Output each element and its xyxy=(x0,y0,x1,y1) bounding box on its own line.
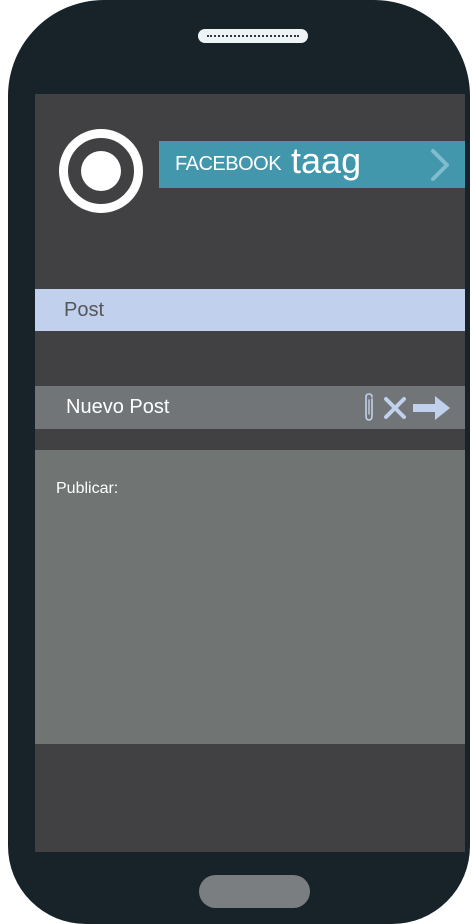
send-button[interactable] xyxy=(413,395,451,421)
chevron-right-icon[interactable] xyxy=(427,147,453,183)
speaker-grille xyxy=(198,29,308,43)
publish-label: Publicar: xyxy=(56,480,119,497)
attach-button[interactable] xyxy=(361,392,377,424)
new-post-actions xyxy=(361,391,451,424)
paperclip-icon xyxy=(365,392,373,421)
tab-post[interactable]: Post xyxy=(35,289,465,331)
close-icon xyxy=(384,396,406,419)
new-post-title: Nuevo Post xyxy=(66,396,170,418)
phone-frame: FACEBOOK taag Post Nuevo Post Publicar: xyxy=(8,0,470,924)
post-compose-area[interactable]: Publicar: xyxy=(35,450,465,744)
discard-button[interactable] xyxy=(383,396,407,420)
home-button[interactable] xyxy=(199,875,310,908)
speaker-dots xyxy=(207,35,299,37)
brand-name: taag xyxy=(291,139,362,181)
app-logo-center xyxy=(81,151,121,191)
brand-banner[interactable]: FACEBOOK taag xyxy=(159,141,465,188)
app-screen: FACEBOOK taag Post Nuevo Post Publicar: xyxy=(35,94,465,852)
arrow-right-icon xyxy=(413,395,450,420)
app-logo-icon xyxy=(59,129,143,213)
brand-prefix: FACEBOOK xyxy=(175,153,282,175)
tab-post-label: Post xyxy=(64,298,105,321)
new-post-bar: Nuevo Post xyxy=(35,386,465,429)
